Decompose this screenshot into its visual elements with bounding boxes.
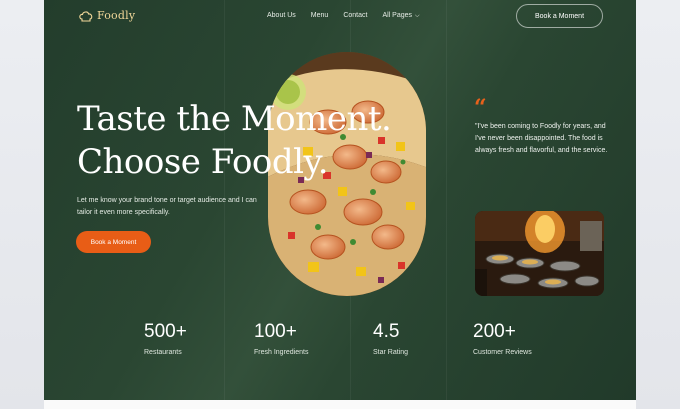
quote-icon: “ xyxy=(474,95,487,121)
backdrop-right xyxy=(636,0,680,409)
landing-page: Foodly About Us Menu Contact All Pages ⌵ … xyxy=(44,0,636,400)
book-moment-nav-button[interactable]: Book a Moment xyxy=(516,4,603,28)
nav-menu[interactable]: Menu xyxy=(311,12,329,20)
stat-value: 500+ xyxy=(144,321,187,342)
stat-value: 4.5 xyxy=(373,321,400,342)
nav-all-pages-label: All Pages xyxy=(382,12,413,19)
backdrop-left xyxy=(0,0,44,409)
testimonial-text: "I've been coming to Foodly for years, a… xyxy=(475,123,608,154)
headline-line-2: Choose Foodly. xyxy=(77,142,329,182)
nav-all-pages[interactable]: All Pages ⌵ xyxy=(382,12,419,20)
chef-hat-icon xyxy=(78,10,94,22)
stat-customer-reviews: 200+ Customer Reviews xyxy=(473,321,532,356)
book-moment-hero-button[interactable]: Book a Moment xyxy=(76,231,151,253)
chevron-down-icon: ⌵ xyxy=(415,13,420,19)
stat-restaurants: 500+ Restaurants xyxy=(144,321,187,356)
grid-line xyxy=(446,0,447,400)
brand-logo[interactable]: Foodly xyxy=(78,9,135,22)
nav-contact[interactable]: Contact xyxy=(343,12,367,20)
nav-about-us[interactable]: About Us xyxy=(267,12,296,20)
stat-star-rating: 4.5 Star Rating xyxy=(373,321,408,356)
hero-headline: Taste the Moment. Choose Foodly. xyxy=(77,98,392,184)
stat-fresh-ingredients: 100+ Fresh Ingredients xyxy=(254,321,308,356)
stat-value: 100+ xyxy=(254,321,297,342)
stat-label: Fresh Ingredients xyxy=(254,349,309,356)
stat-value: 200+ xyxy=(473,321,516,342)
stat-label: Customer Reviews xyxy=(473,349,532,356)
stat-label: Restaurants xyxy=(144,349,182,356)
kitchen-chef-photo xyxy=(475,211,604,296)
main-nav: About Us Menu Contact All Pages ⌵ xyxy=(267,12,420,20)
next-section-edge xyxy=(44,400,636,409)
hero-subtext: Let me know your brand tone or target au… xyxy=(77,197,257,216)
brand-name: Foodly xyxy=(97,9,136,22)
headline-line-1: Taste the Moment. xyxy=(77,99,392,139)
stat-label: Star Rating xyxy=(373,349,409,356)
